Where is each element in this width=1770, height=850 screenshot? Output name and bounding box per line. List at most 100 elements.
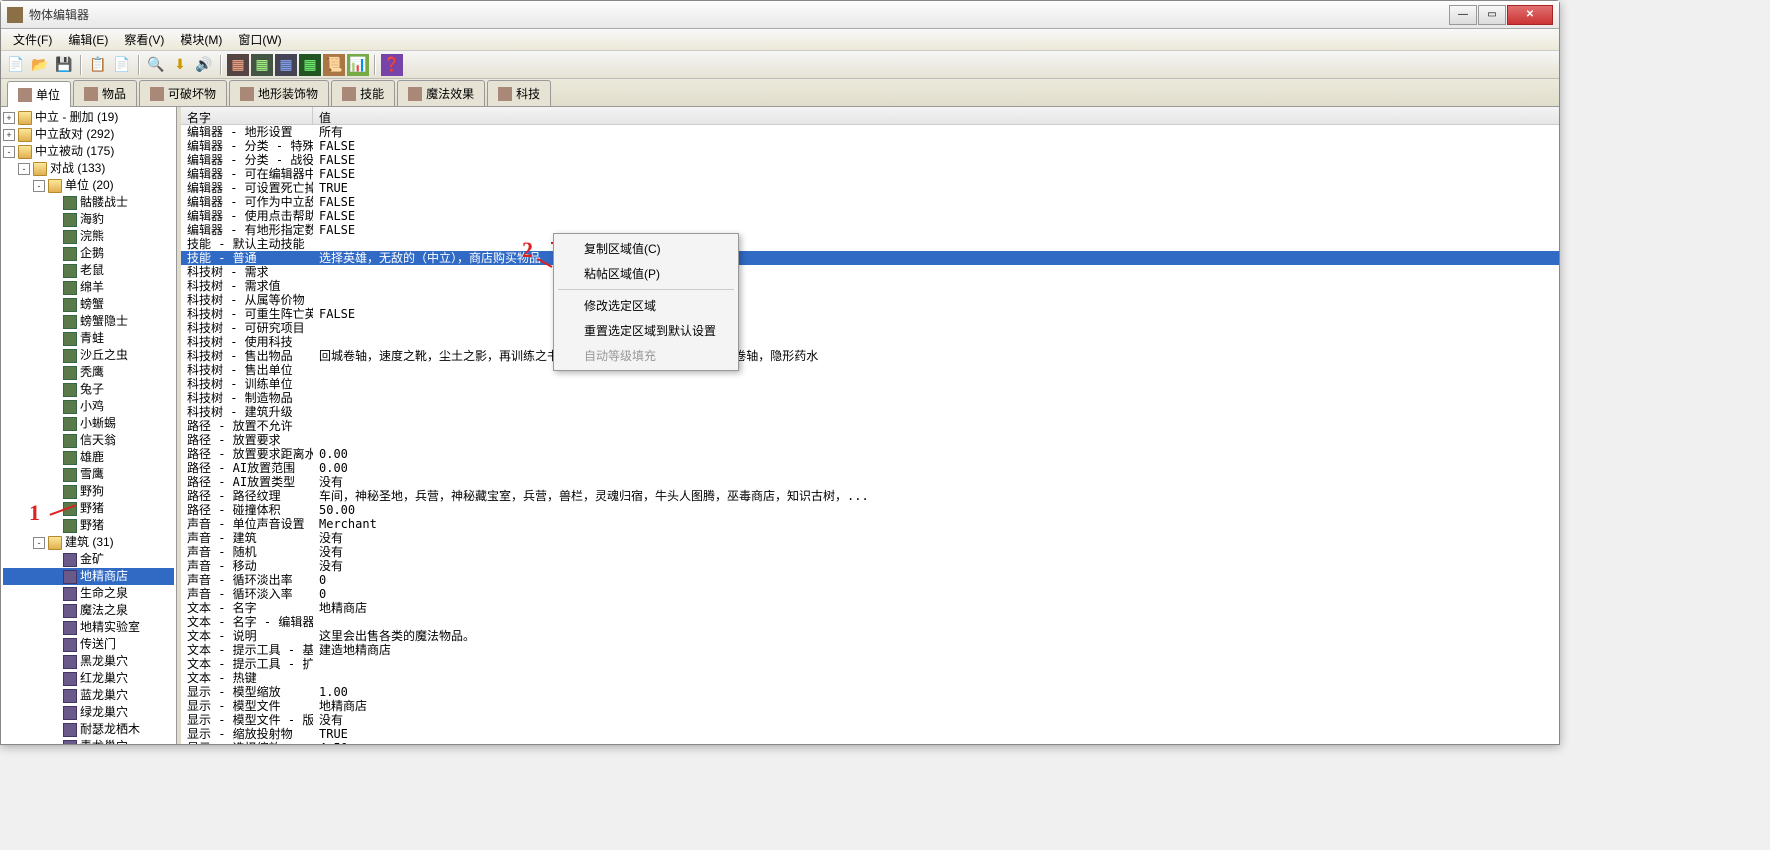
tree-row[interactable]: 蓝龙巢穴 — [3, 687, 174, 704]
tree-row[interactable]: 野猪 — [3, 517, 174, 534]
property-row[interactable]: 编辑器 - 分类 - 战役FALSE — [181, 153, 1559, 167]
minimize-button[interactable] — [1449, 5, 1477, 25]
tab-地形装饰物[interactable]: 地形装饰物 — [229, 80, 329, 106]
property-row[interactable]: 科技树 - 售出物品回城卷轴，速度之靴，尘土之影，再训练之书，生 无敌药水，医疗… — [181, 349, 1559, 363]
property-row[interactable]: 科技树 - 建筑升级 — [181, 405, 1559, 419]
property-row[interactable]: 科技树 - 可重生阵亡英雄FALSE — [181, 307, 1559, 321]
property-row[interactable]: 文本 - 说明这里会出售各类的魔法物品。 — [181, 629, 1559, 643]
property-row[interactable]: 路径 - AI放置范围0.00 — [181, 461, 1559, 475]
help-icon[interactable]: ❓ — [381, 54, 403, 76]
property-row[interactable]: 科技树 - 售出单位 — [181, 363, 1559, 377]
tree-row[interactable]: 沙丘之虫 — [3, 347, 174, 364]
tree-row[interactable]: 兔子 — [3, 381, 174, 398]
property-row[interactable]: 科技树 - 可研究项目 — [181, 321, 1559, 335]
property-row[interactable]: 技能 - 普通选择英雄，无敌的（中立），商店购买物品 — [181, 251, 1559, 265]
menu-窗口(W)[interactable]: 窗口(W) — [230, 29, 289, 50]
close-button[interactable] — [1507, 5, 1553, 25]
tree-row[interactable]: 金矿 — [3, 551, 174, 568]
menu-文件(F)[interactable]: 文件(F) — [5, 29, 60, 50]
tree-row[interactable]: 小蜥蜴 — [3, 415, 174, 432]
property-row[interactable]: 编辑器 - 可作为中立敌...FALSE — [181, 195, 1559, 209]
tree-row[interactable]: +中立 - 删加 (19) — [3, 109, 174, 126]
property-row[interactable]: 声音 - 随机没有 — [181, 545, 1559, 559]
property-row[interactable]: 文本 - 提示工具 - 基础建造地精商店 — [181, 643, 1559, 657]
property-row[interactable]: 路径 - 放置要求 — [181, 433, 1559, 447]
property-row[interactable]: 声音 - 单位声音设置Merchant — [181, 517, 1559, 531]
property-row[interactable]: 路径 - 碰撞体积50.00 — [181, 503, 1559, 517]
tree-pane[interactable]: +中立 - 删加 (19)+中立敌对 (292)-中立被动 (175)-对战 (… — [1, 107, 177, 744]
tree-row[interactable]: 小鸡 — [3, 398, 174, 415]
tree-row[interactable]: 老鼠 — [3, 262, 174, 279]
ctx-item[interactable]: 复制区域值(C) — [556, 236, 736, 261]
tree-row[interactable]: 野猪 — [3, 500, 174, 517]
tree-row[interactable]: 红龙巢穴 — [3, 670, 174, 687]
property-row[interactable]: 编辑器 - 分类 - 特殊FALSE — [181, 139, 1559, 153]
ctx-item[interactable]: 修改选定区域 — [556, 293, 736, 318]
module-icon[interactable]: ▦ — [251, 54, 273, 76]
tree-row[interactable]: 青龙巢穴 — [3, 738, 174, 744]
property-row[interactable]: 技能 - 默认主动技能 — [181, 237, 1559, 251]
property-row[interactable]: 编辑器 - 有地形指定数...FALSE — [181, 223, 1559, 237]
tree-toggle-icon[interactable]: - — [33, 180, 45, 192]
tab-物品[interactable]: 物品 — [73, 80, 137, 106]
tree-row[interactable]: 浣熊 — [3, 228, 174, 245]
tree-row[interactable]: 螃蟹隐士 — [3, 313, 174, 330]
tab-魔法效果[interactable]: 魔法效果 — [397, 80, 485, 106]
tree-toggle-icon[interactable]: + — [3, 112, 15, 124]
tab-可破坏物[interactable]: 可破坏物 — [139, 80, 227, 106]
property-row[interactable]: 编辑器 - 地形设置所有 — [181, 125, 1559, 139]
menu-编辑(E)[interactable]: 编辑(E) — [60, 29, 116, 50]
tree-row[interactable]: 野狗 — [3, 483, 174, 500]
tree-row[interactable]: 绵羊 — [3, 279, 174, 296]
module-icon[interactable]: ▦ — [227, 54, 249, 76]
tree-row[interactable]: 骷髅战士 — [3, 194, 174, 211]
module-icon[interactable]: 📜 — [323, 54, 345, 76]
tree-toggle-icon[interactable]: - — [33, 537, 45, 549]
tree-row[interactable]: 雪鹰 — [3, 466, 174, 483]
property-row[interactable]: 文本 - 热键 — [181, 671, 1559, 685]
tree-toggle-icon[interactable]: - — [18, 163, 30, 175]
paste-icon[interactable]: 📄 — [111, 54, 133, 76]
property-row[interactable]: 显示 - 模型文件地精商店 — [181, 699, 1559, 713]
find-next-icon[interactable]: ⬇ — [169, 54, 191, 76]
copy-icon[interactable]: 📋 — [87, 54, 109, 76]
menu-模块(M)[interactable]: 模块(M) — [172, 29, 230, 50]
tree-row[interactable]: 信天翁 — [3, 432, 174, 449]
property-row[interactable]: 科技树 - 从属等价物 — [181, 293, 1559, 307]
tree-row[interactable]: 生命之泉 — [3, 585, 174, 602]
property-row[interactable]: 显示 - 缩放投射物TRUE — [181, 727, 1559, 741]
tab-单位[interactable]: 单位 — [7, 81, 71, 107]
open-icon[interactable]: 📂 — [29, 54, 51, 76]
tree-row[interactable]: +中立敌对 (292) — [3, 126, 174, 143]
property-row[interactable]: 文本 - 名字地精商店 — [181, 601, 1559, 615]
tree-row[interactable]: -建筑 (31) — [3, 534, 174, 551]
tree-row[interactable]: 企鹅 — [3, 245, 174, 262]
property-row[interactable]: 声音 - 移动没有 — [181, 559, 1559, 573]
maximize-button[interactable] — [1478, 5, 1506, 25]
col-header-value[interactable]: 值 — [313, 107, 1559, 124]
tree-row[interactable]: 耐瑟龙栖木 — [3, 721, 174, 738]
property-row[interactable]: 编辑器 - 使用点击帮助...FALSE — [181, 209, 1559, 223]
tree-toggle-icon[interactable]: - — [3, 146, 15, 158]
property-row[interactable]: 显示 - 选择缩放4.50 — [181, 741, 1559, 744]
tree-row[interactable]: -中立被动 (175) — [3, 143, 174, 160]
property-row[interactable]: 科技树 - 需求 — [181, 265, 1559, 279]
property-row[interactable]: 声音 - 建筑没有 — [181, 531, 1559, 545]
tab-技能[interactable]: 技能 — [331, 80, 395, 106]
tree-row[interactable]: 秃鹰 — [3, 364, 174, 381]
detail-body[interactable]: 编辑器 - 地形设置所有编辑器 - 分类 - 特殊FALSE编辑器 - 分类 -… — [181, 125, 1559, 744]
property-row[interactable]: 科技树 - 使用科技 — [181, 335, 1559, 349]
property-row[interactable]: 路径 - AI放置类型没有 — [181, 475, 1559, 489]
property-row[interactable]: 编辑器 - 可设置死亡掉...TRUE — [181, 181, 1559, 195]
property-row[interactable]: 科技树 - 训练单位 — [181, 377, 1559, 391]
property-row[interactable]: 科技树 - 制造物品 — [181, 391, 1559, 405]
tree-row[interactable]: 螃蟹 — [3, 296, 174, 313]
tree-toggle-icon[interactable]: + — [3, 129, 15, 141]
find-icon[interactable]: 🔍 — [145, 54, 167, 76]
property-row[interactable]: 路径 - 放置要求距离水 ...0.00 — [181, 447, 1559, 461]
property-row[interactable]: 科技树 - 需求值 — [181, 279, 1559, 293]
tree-row[interactable]: 魔法之泉 — [3, 602, 174, 619]
tree-row[interactable]: 雄鹿 — [3, 449, 174, 466]
tree-row[interactable]: -对战 (133) — [3, 160, 174, 177]
sound-icon[interactable]: 🔊 — [193, 54, 215, 76]
